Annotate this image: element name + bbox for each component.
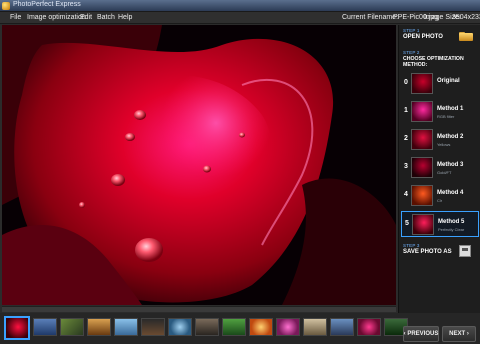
method-subtitle: RGB filter (437, 114, 455, 119)
step1-label: STEP 1 (403, 28, 420, 33)
filmstrip-thumb[interactable] (276, 318, 300, 336)
method-name: Method 2 (437, 134, 464, 140)
filmstrip-thumb[interactable] (357, 318, 381, 336)
menu-image-optimization[interactable]: Image optimization (27, 14, 86, 21)
step3-label: STEP 3 (403, 243, 420, 248)
filmstrip-thumb[interactable] (60, 318, 84, 336)
main-photo (2, 25, 396, 305)
method-subtitle: Clr (437, 198, 443, 203)
method-thumbnail (411, 185, 433, 206)
filmstrip-thumb[interactable] (87, 318, 111, 336)
method-subtitle: Yellows (437, 142, 451, 147)
folder-icon[interactable] (459, 31, 473, 41)
horizontal-scrollbar[interactable] (2, 306, 396, 312)
method-thumbnail (411, 157, 433, 178)
method-3-option[interactable]: 3 Method 3 Gold/FT (401, 155, 479, 181)
method-number: 2 (404, 135, 408, 142)
menu-help[interactable]: Help (118, 14, 132, 21)
chevron-right-icon: › (465, 331, 469, 337)
method-thumbnail (411, 101, 433, 122)
method-number: 4 (404, 191, 408, 198)
method-0-option[interactable]: 0 Original (401, 71, 479, 97)
method-1-option[interactable]: 1 Method 1 RGB filter (401, 99, 479, 125)
filmstrip-thumb[interactable] (249, 318, 273, 336)
menu-bar: File Image optimization Edit Batch Help … (0, 12, 480, 24)
method-subtitle: Perfectly Clear (438, 227, 465, 232)
method-name: Method 3 (437, 162, 464, 168)
method-number: 1 (404, 107, 408, 114)
menu-edit[interactable]: Edit (80, 14, 92, 21)
window-title: PhotoPerfect Express (13, 1, 81, 8)
method-number: 3 (404, 163, 408, 170)
method-thumbnail (411, 73, 433, 94)
filename-label: Current Filename: (342, 14, 399, 21)
title-bar: PhotoPerfect Express (0, 0, 480, 12)
choose-method-title: CHOOSE OPTIMIZATION METHOD: (403, 56, 464, 68)
rose-photo-image (2, 25, 396, 305)
image-size-value: 3504x2336 (452, 14, 480, 21)
method-5-option[interactable]: 5 Method 5 Perfectly Clear (401, 211, 479, 237)
next-label: NEXT (449, 331, 466, 337)
method-number: 5 (405, 220, 409, 227)
method-name: Method 1 (437, 106, 464, 112)
optimization-panel: STEP 1 OPEN PHOTO STEP 2 CHOOSE OPTIMIZA… (398, 25, 480, 317)
method-subtitle: Gold/FT (437, 170, 452, 175)
method-thumbnail (412, 214, 434, 235)
method-thumbnail (411, 129, 433, 150)
save-photo-as-button[interactable]: SAVE PHOTO AS (403, 249, 452, 255)
open-photo-button[interactable]: OPEN PHOTO (403, 34, 443, 40)
method-2-option[interactable]: 2 Method 2 Yellows (401, 127, 479, 153)
method-name: Original (437, 78, 460, 84)
save-icon[interactable] (459, 245, 471, 257)
filmstrip-thumb[interactable] (141, 318, 165, 336)
filmstrip-thumb[interactable] (303, 318, 327, 336)
menu-batch[interactable]: Batch (97, 14, 115, 21)
app-icon (2, 2, 10, 10)
filmstrip-thumb[interactable] (195, 318, 219, 336)
step2-label: STEP 2 (403, 50, 420, 55)
filmstrip-thumb[interactable] (222, 318, 246, 336)
method-name: Method 4 (437, 190, 464, 196)
filmstrip-thumb[interactable] (114, 318, 138, 336)
previous-button[interactable]: ‹ PREVIOUS (403, 326, 439, 342)
filmstrip: ‹ PREVIOUS NEXT › (0, 313, 480, 344)
filmstrip-thumb[interactable] (330, 318, 354, 336)
method-4-option[interactable]: 4 Method 4 Clr (401, 183, 479, 209)
menu-file[interactable]: File (10, 14, 21, 21)
method-name: Method 5 (438, 219, 465, 225)
next-button[interactable]: NEXT › (442, 326, 476, 342)
filmstrip-thumb-rose[interactable] (4, 316, 30, 340)
filmstrip-thumb[interactable] (168, 318, 192, 336)
method-number: 0 (404, 79, 408, 86)
previous-label: PREVIOUS (407, 331, 439, 337)
filmstrip-thumb[interactable] (33, 318, 57, 336)
